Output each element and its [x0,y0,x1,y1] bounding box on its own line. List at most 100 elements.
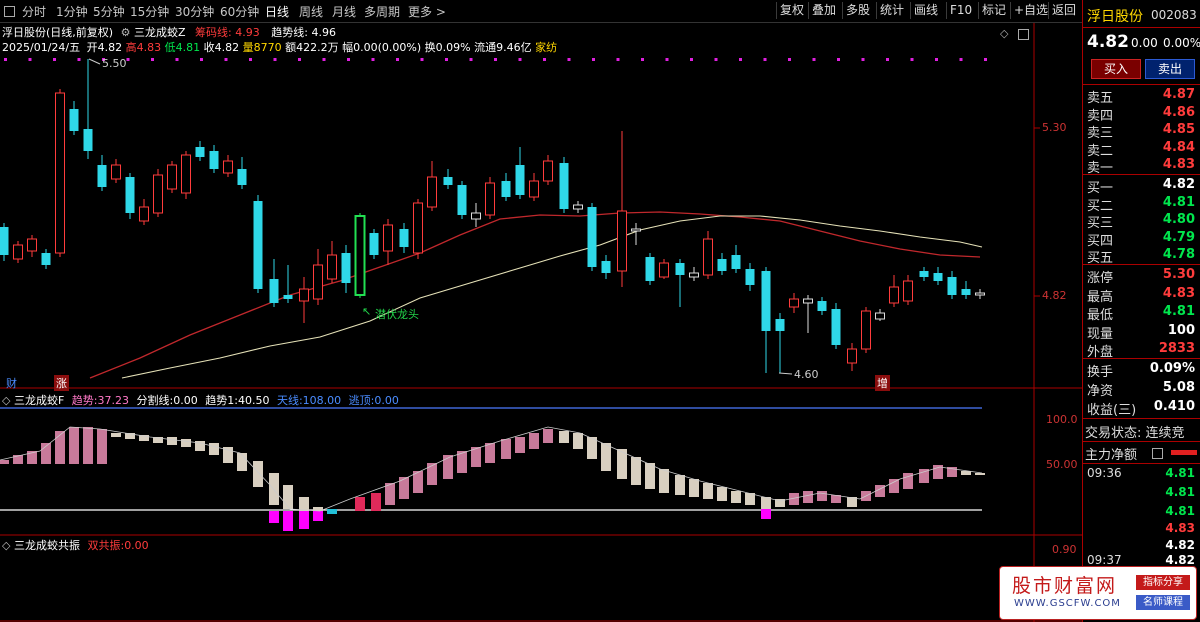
signal-dot [714,58,718,61]
bid-row-label: 买三 [1087,216,1114,231]
collapse-icon[interactable]: ◇ [2,539,10,552]
histogram-bar [515,437,525,453]
watermark-tag1: 指标分享 [1136,575,1190,590]
ask-row-label: 卖五 [1087,91,1114,106]
indicator2-name: 三龙成蛟共振 [13,539,80,552]
tick-time: 09:37 [1087,553,1122,567]
histogram-bar [717,487,727,501]
tick-price: 4.81 [1165,485,1195,499]
back-button[interactable]: 返回 [1048,2,1079,19]
histogram-bar [529,433,539,449]
candle [587,203,597,271]
increase-badge[interactable]: 增 [875,375,890,391]
menu-square-icon[interactable] [4,6,15,17]
candle-body [803,298,813,304]
candle-body [167,164,177,190]
candle-body [341,253,351,283]
multi-stock-button[interactable]: 多股 [842,2,873,19]
sell-button[interactable]: 卖出 [1145,59,1195,79]
fuquan-button[interactable]: 复权 [776,2,807,19]
stat-row-label: 最高 [1087,289,1114,305]
rise-badge[interactable]: 涨 [54,375,69,391]
price-axis-label: 5.30 [1042,121,1067,134]
kline-chart-canvas [0,23,1082,622]
trend-histogram [0,427,985,531]
ask-row[interactable]: 卖二 4.84 [1087,140,1197,159]
bid-row[interactable]: 买三 4.80 [1087,212,1197,231]
signal-dot [494,58,497,61]
candle-body [313,264,323,300]
bid-row[interactable]: 买二 4.81 [1087,195,1197,214]
ask-row[interactable]: 卖四 4.86 [1087,105,1197,124]
f10-button[interactable]: F10 [946,2,975,19]
turnover-value: 0.09% [435,41,471,54]
histogram-bar [803,491,813,503]
stat2-row[interactable]: 净资 5.08 [1087,380,1197,399]
amplitude-label: 幅 [342,41,354,54]
stat2-row-value: 0.09% [1149,361,1195,376]
stat2-row[interactable]: 换手 0.09% [1087,361,1197,380]
bid-row[interactable]: 买一 4.82 [1087,177,1197,196]
collapse-icon[interactable]: ◇ [2,394,10,407]
gear-icon[interactable]: ⚙ [121,26,131,39]
tick-row: 4.81 [1087,485,1197,504]
period-tab-5min[interactable]: 5分钟 [93,3,125,20]
ask-row-value: 4.86 [1162,104,1195,120]
period-tab-fenshi[interactable]: 分时 [22,3,46,20]
ask-row[interactable]: 卖三 4.85 [1087,122,1197,141]
stat-row[interactable]: 现量 100 [1087,323,1197,342]
window-icon[interactable] [1018,29,1029,40]
period-tab-multi[interactable]: 多周期 [364,3,400,20]
candle-body [399,229,409,247]
indicator2-header: ◇ 三龙成蛟共振 双共振:0.00 [2,537,149,553]
ind1-trend-value: 37.23 [97,394,130,407]
industry-label: 家纺 [535,41,558,54]
stat-row[interactable]: 最低 4.81 [1087,304,1197,323]
period-tab-15min[interactable]: 15分钟 [130,3,169,20]
histogram-bar [269,473,279,505]
period-tab-30min[interactable]: 30分钟 [175,3,214,20]
finance-badge[interactable]: 财 [6,375,17,391]
overlay-button[interactable]: 叠加 [808,2,839,19]
amplitude-value: 0.00(0.00%) [353,41,422,54]
candle-body [181,154,191,194]
candle-body [125,177,135,213]
stock-code: 002083 [1151,8,1197,22]
ind1-trend-label: 趋势: [71,394,98,407]
signal-dot [788,58,791,61]
draw-line-button[interactable]: 画线 [910,2,941,19]
bid-row[interactable]: 买四 4.79 [1087,230,1197,249]
stat-row[interactable]: 最高 4.83 [1087,286,1197,305]
histogram-bar [283,511,293,531]
flow-menu-icon[interactable] [1152,448,1163,459]
candle-body [617,210,627,272]
last-price: 4.82 [1087,32,1129,52]
candle [181,151,191,199]
period-tab-60min[interactable]: 60分钟 [220,3,259,20]
candle-body [471,212,481,220]
candle-body [457,185,467,215]
bid-row-value: 4.80 [1162,212,1195,227]
mark-button[interactable]: 标记 [978,2,1009,19]
period-tab-more[interactable]: 更多 > [408,3,446,20]
stats-button[interactable]: 统计 [876,2,907,19]
ind1-split-value: 0.00 [173,394,198,407]
ask-row-value: 4.87 [1162,87,1195,102]
ask-row[interactable]: 卖五 4.87 [1087,87,1197,106]
arrow-icon: ↖ [362,305,372,318]
pin-icon[interactable]: ◇ [1000,27,1008,40]
signal-dot [567,58,571,61]
add-watchlist-button[interactable]: +自选 [1010,2,1051,19]
candle [559,157,569,213]
volume-label: 量 [242,41,254,54]
stat2-row[interactable]: 收益(三) 0.410 [1087,399,1197,418]
stat-row[interactable]: 涨停 5.30 [1087,267,1197,286]
period-tab-weekly[interactable]: 周线 [299,3,323,20]
period-tab-1min[interactable]: 1分钟 [56,3,88,20]
period-tab-monthly[interactable]: 月线 [332,3,356,20]
candle-body [153,174,163,214]
period-tab-daily[interactable]: 日线 [265,3,289,20]
buy-button[interactable]: 买入 [1091,59,1141,79]
histogram-bar [97,429,107,464]
ind1-escape-value: 0.00 [374,394,399,407]
